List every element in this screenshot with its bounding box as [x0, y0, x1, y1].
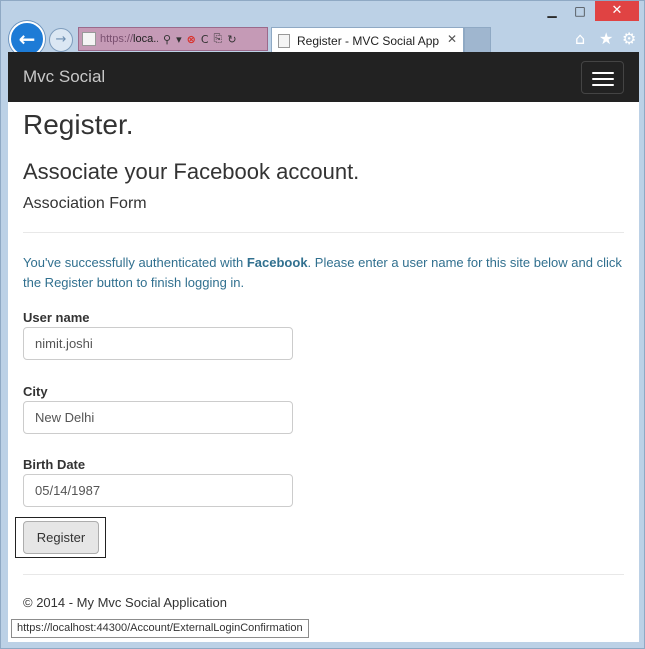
gear-icon[interactable]: ⚙ — [622, 29, 636, 48]
username-input[interactable] — [23, 327, 293, 360]
divider — [23, 232, 624, 233]
favorites-star-icon[interactable]: ★ — [599, 29, 613, 48]
maximize-icon[interactable]: □ — [567, 1, 593, 21]
status-bar-url: https://localhost:44300/Account/External… — [11, 619, 309, 638]
tab-close-icon[interactable]: ✕ — [447, 32, 457, 46]
register-button[interactable]: Register — [23, 521, 99, 554]
address-bar[interactable]: https://loca... ⚲ ▾ ⊗ C ⎘ ↻ — [78, 27, 268, 51]
page-icon — [82, 32, 96, 46]
page-title: Register. — [23, 109, 134, 140]
info-message: You've successfully authenticated with F… — [23, 255, 622, 290]
refresh-icon[interactable]: ↻ — [227, 33, 236, 46]
brand-link[interactable]: Mvc Social — [23, 67, 105, 87]
hamburger-icon — [592, 78, 614, 80]
city-label: City — [23, 384, 48, 399]
birthdate-input[interactable] — [23, 474, 293, 507]
home-icon[interactable]: ⌂ — [575, 29, 585, 48]
city-input[interactable] — [23, 401, 293, 434]
divider — [23, 574, 624, 575]
footer-text: © 2014 - My Mvc Social Application — [23, 595, 227, 610]
address-url: https://loca... — [100, 33, 158, 45]
tab-title: Register - MVC Social App — [297, 33, 440, 48]
chevron-down-icon[interactable]: ▾ — [176, 33, 182, 46]
certificate-icon[interactable]: C — [201, 33, 209, 46]
menu-toggle-button[interactable] — [581, 61, 624, 94]
page-subtitle: Associate your Facebook account. — [23, 159, 360, 184]
browser-window: ▁ □ ✕ ← → https://loca... ⚲ ▾ ⊗ C ⎘ ↻ Re… — [0, 0, 645, 649]
browser-toolbar: ← → https://loca... ⚲ ▾ ⊗ C ⎘ ↻ Register… — [1, 19, 644, 57]
username-label: User name — [23, 310, 90, 325]
search-icon[interactable]: ⚲ — [163, 33, 171, 46]
minimize-icon[interactable]: ▁ — [539, 1, 565, 21]
forward-arrow-icon[interactable]: → — [49, 28, 73, 52]
site-navbar: Mvc Social — [8, 52, 639, 102]
certificate-error-icon[interactable]: ⊗ — [187, 33, 196, 46]
provider-name: Facebook — [246, 255, 308, 270]
tab-page-icon — [278, 33, 290, 48]
new-tab-button[interactable] — [464, 27, 491, 53]
hamburger-icon — [592, 84, 614, 86]
birthdate-label: Birth Date — [23, 457, 86, 472]
tab-register[interactable]: Register - MVC Social App ✕ — [271, 27, 464, 53]
close-window-icon[interactable]: ✕ — [595, 1, 639, 21]
compatibility-icon[interactable]: ⎘ — [214, 32, 223, 46]
page-viewport: Mvc Social Register. Associate your Face… — [8, 52, 639, 642]
section-heading: Association Form — [23, 195, 147, 212]
hamburger-icon — [592, 72, 614, 74]
